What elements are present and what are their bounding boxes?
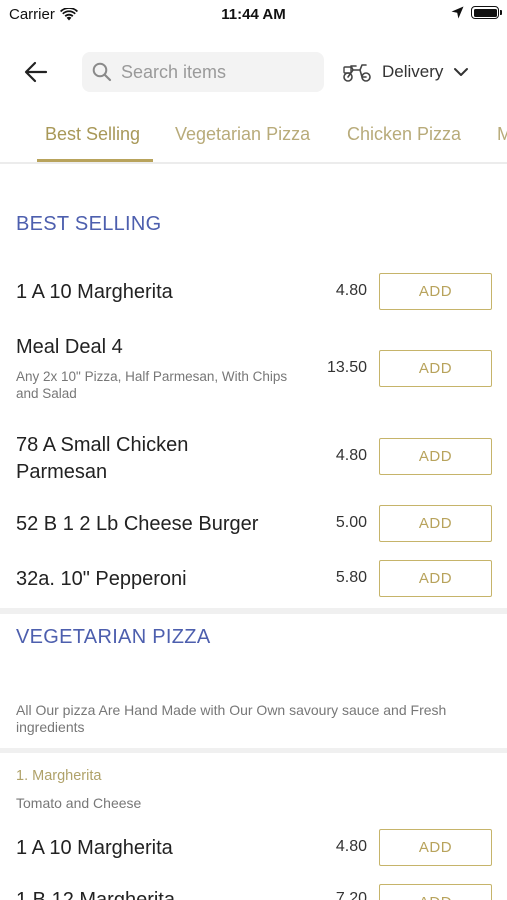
chevron-down-icon	[454, 68, 469, 76]
item-name: 1 A 10 Margherita	[16, 837, 173, 859]
back-arrow-icon	[24, 61, 48, 83]
item-price: 7.20	[335, 890, 367, 900]
status-right	[451, 6, 502, 19]
add-button[interactable]: ADD	[379, 438, 492, 475]
add-button[interactable]: ADD	[379, 884, 492, 900]
section-divider	[0, 608, 507, 614]
subcategory-title: 1. Margherita	[16, 768, 102, 784]
add-button[interactable]: ADD	[379, 273, 492, 310]
item-name: 32a. 10" Pepperoni	[16, 568, 187, 590]
tab-best-selling[interactable]: Best Selling	[45, 124, 140, 145]
item-price: 4.80	[335, 447, 367, 464]
item-price: 4.80	[335, 282, 367, 299]
item-price: 5.80	[335, 569, 367, 586]
item-price: 13.50	[326, 359, 367, 376]
section-divider	[0, 748, 507, 753]
subcategory-description: Tomato and Cheese	[16, 795, 142, 811]
active-tab-indicator	[37, 159, 153, 162]
category-note: All Our pizza Are Hand Made with Our Own…	[16, 702, 447, 735]
delivery-label: Delivery	[382, 62, 444, 81]
delivery-selector[interactable]: Delivery	[342, 56, 469, 88]
add-button[interactable]: ADD	[379, 829, 492, 866]
section-title-vegetarian-pizza: VEGETARIAN PIZZA	[16, 626, 211, 648]
tab-more[interactable]: M	[497, 124, 507, 145]
item-name: Meal Deal 4	[16, 336, 123, 358]
item-description: Any 2x 10" Pizza, Half Parmesan, With Ch…	[16, 369, 288, 401]
add-button[interactable]: ADD	[379, 560, 492, 597]
back-button[interactable]	[22, 58, 50, 86]
item-name: 78 A Small Chicken Parmesan	[16, 434, 189, 483]
tab-chicken-pizza[interactable]: Chicken Pizza	[347, 124, 461, 145]
category-tabs: Best Selling Vegetarian Pizza Chicken Pi…	[0, 110, 507, 164]
search-bar[interactable]	[82, 52, 324, 92]
section-title-best-selling: BEST SELLING	[16, 213, 162, 235]
scooter-icon	[343, 64, 371, 82]
item-price: 5.00	[335, 514, 367, 531]
add-button[interactable]: ADD	[379, 505, 492, 542]
tab-vegetarian-pizza[interactable]: Vegetarian Pizza	[175, 124, 310, 145]
item-name: 1 A 10 Margherita	[16, 281, 173, 303]
location-arrow-icon	[451, 6, 464, 19]
add-button[interactable]: ADD	[379, 350, 492, 387]
item-price: 4.80	[335, 838, 367, 855]
item-name: 52 B 1 2 Lb Cheese Burger	[16, 513, 259, 535]
top-bar: Delivery	[0, 50, 507, 94]
search-input[interactable]	[121, 61, 311, 83]
clock: 11:44 AM	[221, 6, 286, 23]
item-name: 1 B 12 Margherita	[16, 889, 175, 900]
status-bar: Carrier 11:44 AM	[0, 0, 507, 30]
battery-icon	[471, 6, 502, 19]
search-icon	[92, 62, 112, 82]
